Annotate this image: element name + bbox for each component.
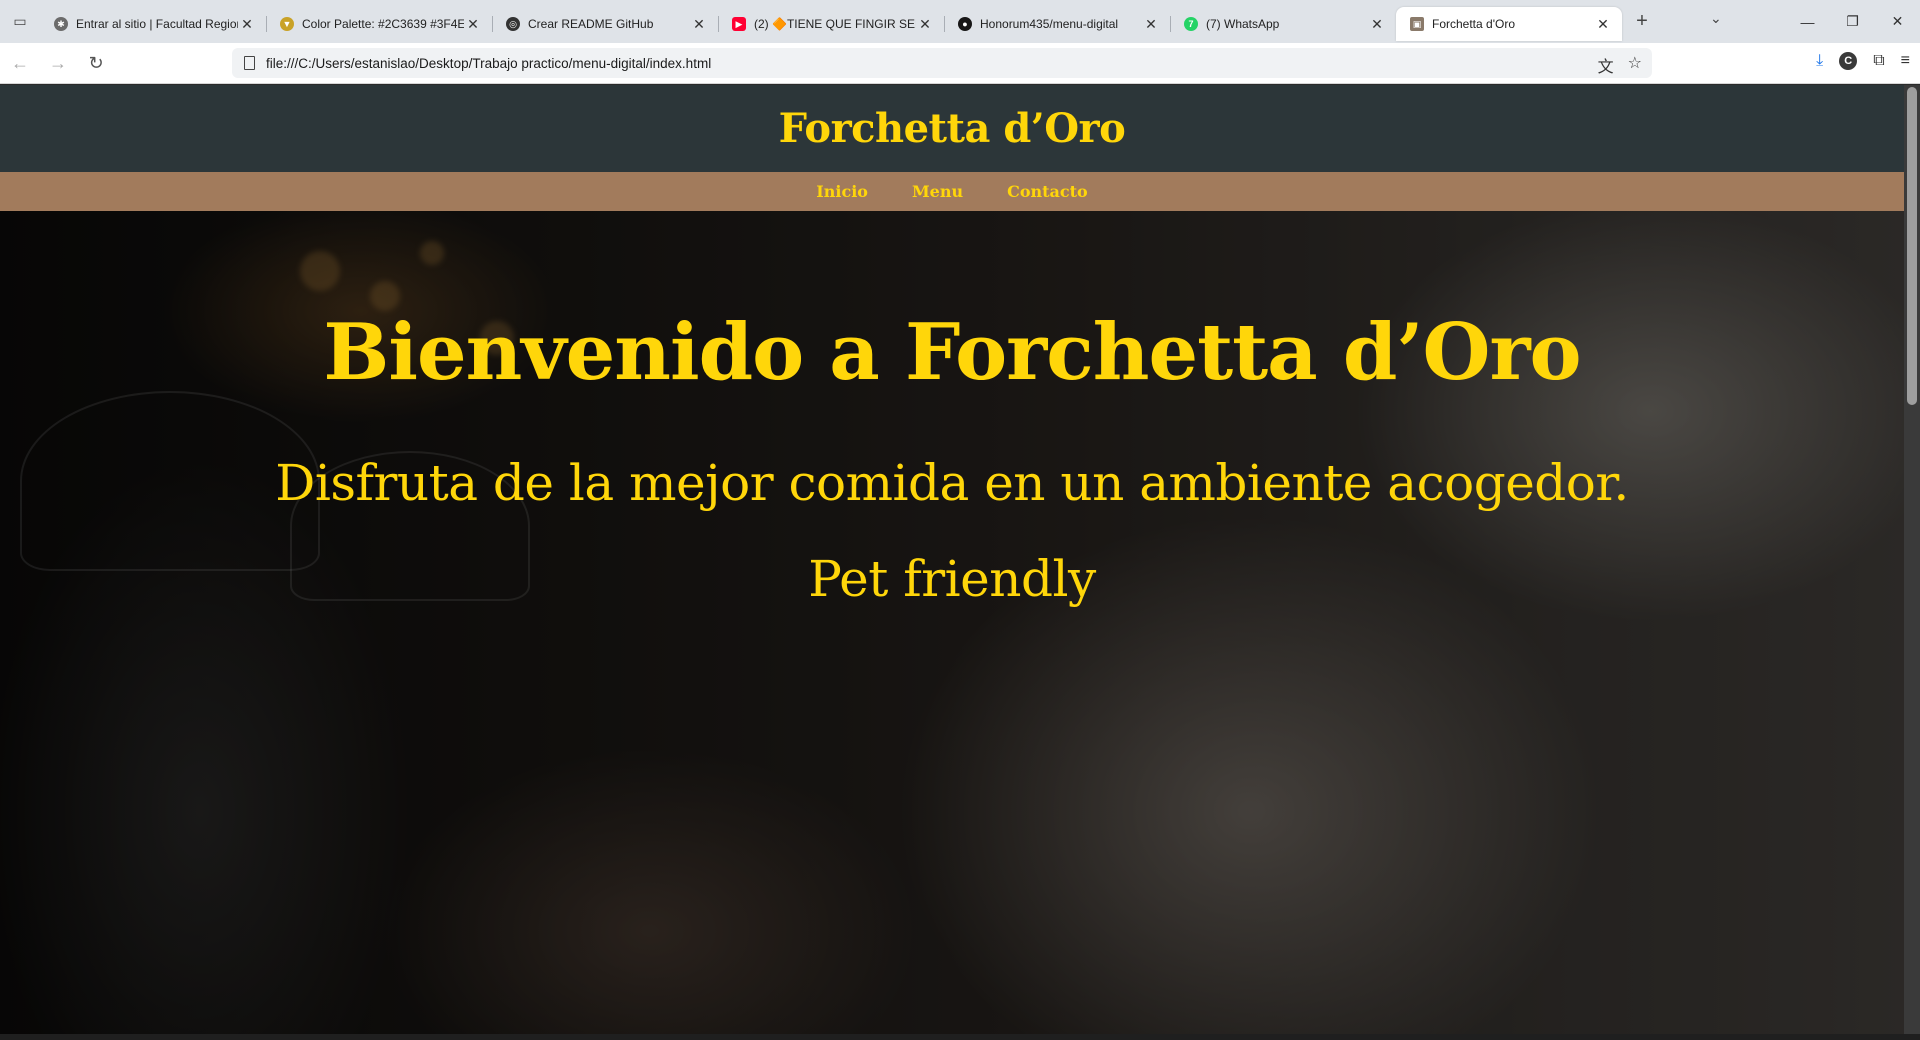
address-bar[interactable]: file:///C:/Users/estanislao/Desktop/Trab… xyxy=(232,48,1652,78)
nav-link-inicio[interactable]: Inicio xyxy=(816,182,868,201)
nav-link-contacto[interactable]: Contacto xyxy=(1007,182,1088,201)
favicon-icon: ◎ xyxy=(506,17,520,31)
favicon-icon: ▣ xyxy=(1410,17,1424,31)
close-tab-icon[interactable]: ✕ xyxy=(1594,16,1612,33)
github-favicon-icon: ● xyxy=(958,17,972,31)
file-icon xyxy=(244,56,255,70)
site-nav: Inicio Menu Contacto xyxy=(0,172,1904,211)
puzzle-icon[interactable]: ⧉ xyxy=(1873,52,1884,70)
browser-tab[interactable]: ◎ Crear README GitHub ✕ xyxy=(492,7,718,41)
plus-icon[interactable]: + xyxy=(1622,10,1662,33)
arrow-right-icon[interactable]: → xyxy=(40,47,76,79)
close-tab-icon[interactable]: ✕ xyxy=(464,16,482,33)
close-tab-icon[interactable]: ✕ xyxy=(1368,16,1386,33)
browser-tab[interactable]: ✱ Entrar al sitio | Facultad Regional ✕ xyxy=(40,7,266,41)
scrollbar-thumb[interactable] xyxy=(1907,87,1917,405)
hamburger-icon[interactable]: ≡ xyxy=(1901,52,1910,70)
nav-link-menu[interactable]: Menu xyxy=(912,182,963,201)
browser-toolbar: ← → ↻ file:///C:/Users/estanislao/Deskto… xyxy=(0,43,1920,84)
browser-tab-bar: ▭ ✱ Entrar al sitio | Facultad Regional … xyxy=(0,0,1920,43)
arrow-left-icon[interactable]: ← xyxy=(2,47,38,79)
hero-content: Bienvenido a Forchetta d’Oro Disfruta de… xyxy=(0,211,1904,608)
close-window-icon[interactable]: ✕ xyxy=(1875,0,1920,43)
url-text[interactable]: file:///C:/Users/estanislao/Desktop/Trab… xyxy=(266,56,711,71)
close-tab-icon[interactable]: ✕ xyxy=(1142,16,1160,33)
minimize-icon[interactable]: — xyxy=(1785,0,1830,43)
site-title: Forchetta d’Oro xyxy=(778,105,1126,152)
page-viewport: Forchetta d’Oro Inicio Menu Contacto Bie… xyxy=(0,85,1904,1034)
tab-title: (2) 🔶TIENE QUE FINGIR SER MU xyxy=(754,17,916,31)
tab-title: Honorum435/menu-digital xyxy=(980,17,1119,31)
hero-tagline: Pet friendly xyxy=(808,550,1096,608)
browser-tab[interactable]: ▼ Color Palette: #2C3639 #3F4E4F ✕ xyxy=(266,7,492,41)
tab-title: Forchetta d'Oro xyxy=(1432,17,1515,31)
hero-section: Bienvenido a Forchetta d’Oro Disfruta de… xyxy=(0,211,1904,1034)
tab-title: (7) WhatsApp xyxy=(1206,17,1280,31)
whatsapp-favicon-icon: 7 xyxy=(1184,17,1198,31)
hero-heading: Bienvenido a Forchetta d’Oro xyxy=(323,307,1581,398)
close-tab-icon[interactable]: ✕ xyxy=(916,16,934,33)
browser-tab[interactable]: ● Honorum435/menu-digital ✕ xyxy=(944,7,1170,41)
browser-tab-active[interactable]: ▣ Forchetta d'Oro ✕ xyxy=(1396,7,1622,41)
favicon-icon: ▼ xyxy=(280,17,294,31)
tab-title: Color Palette: #2C3639 #3F4E4F xyxy=(302,17,464,31)
chevron-down-icon[interactable]: ⌄ xyxy=(1710,10,1722,27)
star-icon[interactable]: ☆ xyxy=(1628,53,1642,77)
window-bottom-edge xyxy=(0,1034,1920,1040)
hero-subtitle: Disfruta de la mejor comida en un ambien… xyxy=(275,454,1629,512)
download-icon[interactable]: ⤓ xyxy=(1816,52,1823,70)
tab-title: Entrar al sitio | Facultad Regional xyxy=(76,17,238,31)
browser-tab[interactable]: ▶ (2) 🔶TIENE QUE FINGIR SER MU ✕ xyxy=(718,7,944,41)
reload-icon[interactable]: ↻ xyxy=(78,47,114,79)
browser-tab[interactable]: 7 (7) WhatsApp ✕ xyxy=(1170,7,1396,41)
favicon-icon: ✱ xyxy=(54,17,68,31)
page-scrollbar[interactable] xyxy=(1904,85,1920,1034)
youtube-favicon-icon: ▶ xyxy=(732,17,746,31)
translate-icon[interactable]: 文 xyxy=(1598,53,1614,77)
close-tab-icon[interactable]: ✕ xyxy=(238,16,256,33)
tab-title: Crear README GitHub xyxy=(528,17,654,31)
close-tab-icon[interactable]: ✕ xyxy=(690,16,708,33)
site-header: Forchetta d’Oro xyxy=(0,85,1904,172)
tab-list-icon[interactable]: ▭ xyxy=(0,0,40,43)
window-controls: — ❐ ✕ xyxy=(1785,0,1920,43)
account-icon[interactable]: C xyxy=(1839,52,1858,70)
restore-icon[interactable]: ❐ xyxy=(1830,0,1875,43)
